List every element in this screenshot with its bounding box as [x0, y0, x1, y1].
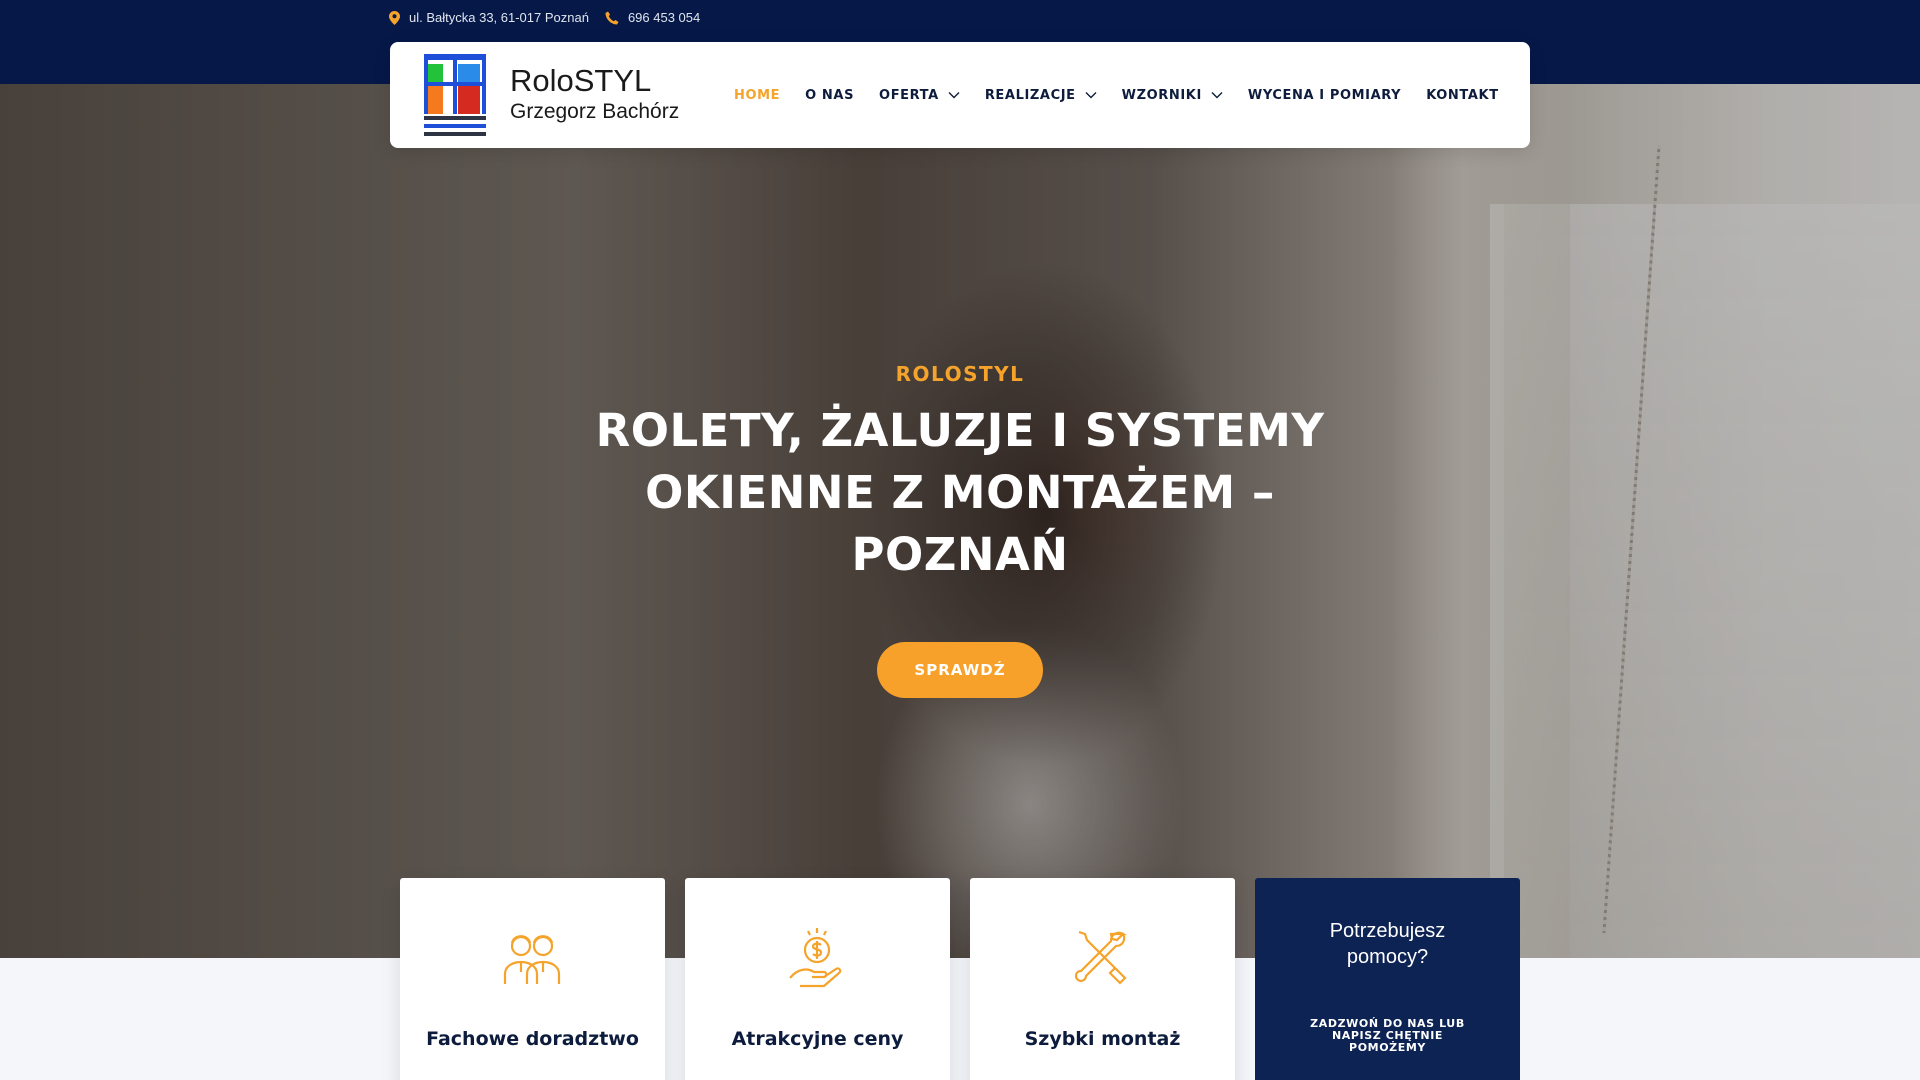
- feature-title: Atrakcyjne ceny: [731, 1028, 904, 1050]
- feature-card: Fachowe doradztwo: [400, 878, 665, 1080]
- nav-label: HOME: [734, 87, 781, 103]
- help-title-line: Potrzebujesz: [1329, 920, 1446, 942]
- help-card[interactable]: Potrzebujesz pomocy? ZADZWOŃ DO NAS LUB …: [1255, 878, 1520, 1080]
- nav-label: KONTAKT: [1426, 87, 1499, 103]
- help-title-line: pomocy?: [1346, 946, 1429, 968]
- nav-item-realizacje[interactable]: REALIZACJE: [985, 88, 1097, 103]
- logo-mark-icon: [424, 54, 486, 136]
- chevron-down-icon: [1085, 88, 1097, 103]
- tools-icon: [1069, 926, 1135, 992]
- help-title: Potrzebujesz pomocy?: [1275, 918, 1500, 970]
- help-text: ZADZWOŃ DO NAS LUB NAPISZ CHĘTNIE POMOŻE…: [1295, 1018, 1480, 1054]
- advisors-icon: [499, 926, 565, 992]
- phone-item[interactable]: 696 453 054: [605, 10, 700, 25]
- logo-name: RoloSTYL: [510, 63, 652, 98]
- logo[interactable]: RoloSTYL Grzegorz Bachórz: [424, 54, 679, 136]
- nav-item-wycena[interactable]: WYCENA I POMIARY: [1248, 88, 1401, 103]
- hero-content: ROLOSTYL ROLETY, ŻALUZJE I SYSTEMY OKIEN…: [560, 362, 1360, 586]
- main-nav: HOME O NAS OFERTA REALIZACJE WZORNIKI WY…: [734, 42, 1524, 148]
- feature-title: Fachowe doradztwo: [426, 1028, 639, 1050]
- nav-label: WYCENA I POMIARY: [1247, 87, 1402, 103]
- feature-card: Atrakcyjne ceny: [685, 878, 950, 1080]
- chevron-down-icon: [1211, 88, 1223, 103]
- help-text-line: POMOŻEMY: [1349, 1041, 1426, 1054]
- feature-card: Szybki montaż: [970, 878, 1235, 1080]
- phone-text: 696 453 054: [627, 10, 701, 25]
- check-button[interactable]: SPRAWDŹ: [877, 642, 1043, 698]
- hero-title-line: POZNAŃ: [851, 528, 1069, 581]
- nav-label: OFERTA: [879, 87, 939, 103]
- hero-title-line: OKIENNE Z MONTAŻEM –: [645, 466, 1275, 519]
- money-hand-icon: [784, 926, 850, 992]
- logo-text: RoloSTYL Grzegorz Bachórz: [510, 64, 679, 126]
- nav-item-home[interactable]: HOME: [734, 88, 780, 103]
- hero-title: ROLETY, ŻALUZJE I SYSTEMY OKIENNE Z MONT…: [560, 400, 1360, 586]
- features-row: Fachowe doradztwo Atrakcyjne ceny Szybki…: [400, 878, 1520, 1080]
- logo-subtitle: Grzegorz Bachórz: [510, 100, 680, 123]
- hero-title-line: ROLETY, ŻALUZJE I SYSTEMY: [595, 404, 1325, 457]
- phone-icon: [605, 11, 619, 25]
- nav-label: WZORNIKI: [1121, 87, 1202, 103]
- nav-item-wzorniki[interactable]: WZORNIKI: [1122, 88, 1223, 103]
- nav-item-o-nas[interactable]: O NAS: [805, 88, 854, 103]
- nav-item-oferta[interactable]: OFERTA: [879, 88, 960, 103]
- nav-label: O NAS: [805, 87, 855, 103]
- address-item[interactable]: ul. Bałtycka 33, 61-017 Poznań: [389, 10, 589, 25]
- nav-label: REALIZACJE: [984, 87, 1076, 103]
- chevron-down-icon: [948, 88, 960, 103]
- address-text: ul. Bałtycka 33, 61-017 Poznań: [409, 10, 589, 25]
- map-pin-icon: [389, 10, 400, 25]
- contact-info: ul. Bałtycka 33, 61-017 Poznań 696 453 0…: [389, 10, 700, 25]
- nav-item-kontakt[interactable]: KONTAKT: [1426, 88, 1498, 103]
- hero-eyebrow: ROLOSTYL: [895, 362, 1025, 386]
- header: RoloSTYL Grzegorz Bachórz HOME O NAS OFE…: [390, 42, 1530, 148]
- feature-title: Szybki montaż: [1024, 1028, 1181, 1050]
